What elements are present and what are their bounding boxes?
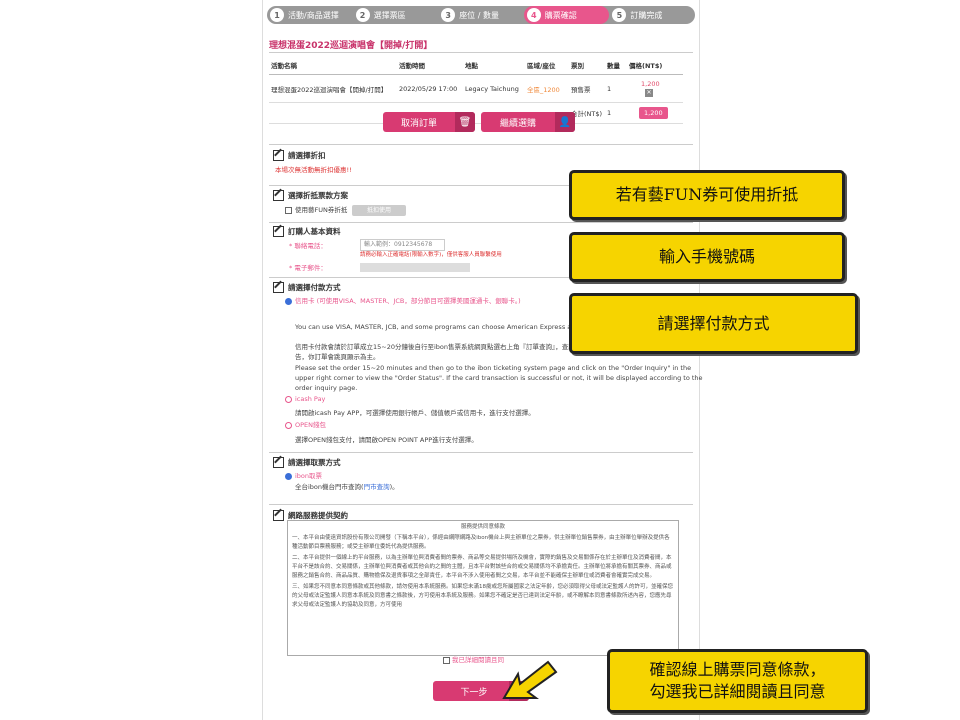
cancel-order-button[interactable]: 取消訂單 🗑 <box>383 112 475 132</box>
pay-icash-text: 請開啟icash Pay APP，可選擇使用銀行帳戶、儲值帳戶或信用卡，進行支付… <box>295 409 535 417</box>
store-lookup-link[interactable]: 門市查詢 <box>364 483 390 491</box>
pay-cc-text: 信用卡付款會請於訂單成立15~20分鐘後自行至ibon售票系統網頁點選右上角『訂… <box>295 343 595 351</box>
fun-checkbox[interactable] <box>285 206 292 214</box>
pay-open-text: 選擇OPEN錢包支付，請開啟OPEN POINT APP進行支付選擇。 <box>295 436 478 444</box>
contract-title: 服務提供同意條款 <box>460 524 505 530</box>
callout-payment: 請選擇付款方式 <box>569 293 858 354</box>
pay-cc-text: You can use VISA, MASTER, JCB, and some … <box>295 323 587 331</box>
divider <box>269 222 693 223</box>
edit-icon <box>273 282 284 293</box>
email-field[interactable] <box>360 263 470 272</box>
callout-agree: 確認線上購票同意條款， 勾選我已詳細閱讀且同意 <box>607 649 868 713</box>
pay-cc-text: 告，你訂單會跳頁顯示為主。 <box>295 353 380 361</box>
divider <box>269 144 693 145</box>
contract-paragraph: 二、本平台提供一個線上的平台服務，以為主辦單位與消費者間的票券、商品等交易提供場… <box>292 555 672 579</box>
contract-paragraph: 一、本平台由使遠資訊股份有限公司開發（下稱本平台），係經由網際網路及ibon機台… <box>292 535 670 550</box>
step-progress-bar: 1 活動/商品選擇 2 選擇票區 3 座位 / 數量 4 購票確認 5 訂購完成 <box>267 6 695 24</box>
edit-icon <box>273 150 284 161</box>
fun-apply-button[interactable]: 抵扣使用 <box>352 205 406 216</box>
step-4-active: 4 購票確認 <box>523 6 610 24</box>
fun-section-title: 選擇折抵票款方案 <box>273 190 348 201</box>
table-row: 理想混蛋2022巡迴演唱會【開掉/打開】 2022/05/29 17:00 Le… <box>269 74 683 103</box>
add-user-icon: 👤 <box>555 112 575 132</box>
edit-icon <box>273 457 284 468</box>
order-table: 活動名稱 活動時間 地點 區域/座位 票別 數量 價格(NT$) 理想混蛋202… <box>269 56 683 124</box>
trash-icon: 🗑 <box>455 112 475 132</box>
pickup-section-title: 請選擇取票方式 <box>273 457 341 468</box>
pay-icash-option[interactable]: icash Pay <box>285 394 325 404</box>
table-total-row: 合計(NT$) 1 1,200 <box>269 102 683 124</box>
email-label: * 電子郵件： <box>289 264 327 272</box>
divider <box>269 452 693 453</box>
pay-credit-card-option[interactable]: 信用卡 (可使用VISA、MASTER、JCB，部分節目可選擇美國運通卡、銀聯卡… <box>285 296 521 306</box>
edit-icon <box>273 226 284 237</box>
radio-selected <box>285 472 292 480</box>
edit-icon <box>273 190 284 201</box>
contract-scrollbox[interactable]: 服務提供同意條款 一、本平台由使遠資訊股份有限公司開發（下稱本平台），係經由網際… <box>287 520 679 656</box>
pay-cc-text: order inquiry page. <box>295 384 358 392</box>
pay-open-option[interactable]: OPEN錢包 <box>285 420 326 430</box>
table-header-row: 活動名稱 活動時間 地點 區域/座位 票別 數量 價格(NT$) <box>269 56 683 75</box>
payment-section-title: 請選擇付款方式 <box>273 282 341 293</box>
step-3: 3 座位 / 數量 <box>438 8 524 22</box>
basic-info-section-title: 訂購人基本資料 <box>273 226 341 237</box>
pickup-ibon-option[interactable]: ibon取票 <box>285 471 322 481</box>
callout-fun-voucher: 若有藝FUN券可使用折抵 <box>569 170 845 220</box>
pay-cc-text: upper right corner to view the "Order St… <box>295 374 703 382</box>
ticket-page: 1 活動/商品選擇 2 選擇票區 3 座位 / 數量 4 購票確認 5 訂購完成 理想混蛋… <box>262 0 703 720</box>
agree-checkbox-row[interactable]: 我已詳細閱讀且同 <box>443 655 504 665</box>
callout-phone: 輸入手機號碼 <box>569 232 845 282</box>
event-title: 理想混蛋2022巡迴演唱會【開掉/打開】 <box>269 38 693 51</box>
contract-paragraph: 三、如果您不同意本同意條款或其他條款，請勿使用本系統服務。如果您未滿18歲或您所… <box>292 584 674 608</box>
radio <box>285 395 292 403</box>
remove-item-icon[interactable]: ✕ <box>645 89 653 97</box>
step-2: 2 選擇票區 <box>353 8 439 22</box>
radio-selected <box>285 297 292 305</box>
phone-label: * 聯絡電話： <box>289 242 327 250</box>
phone-hint: 請務必輸入正確電話(限輸入數字)，僅供客服人員聯繫使用 <box>360 252 502 258</box>
continue-shopping-button[interactable]: 繼續選購 👤 <box>481 112 575 132</box>
edit-icon <box>273 510 284 521</box>
discount-note: 本場次無活動無折扣優惠!! <box>275 166 352 174</box>
fun-option: 使用藝FUN券折抵 <box>285 205 347 215</box>
divider <box>269 504 693 505</box>
agree-checkbox[interactable] <box>443 656 450 664</box>
step-5: 5 訂購完成 <box>609 8 695 22</box>
radio <box>285 421 292 429</box>
divider <box>269 52 693 53</box>
pickup-desc: 全台ibon機台門市查詢(門市查詢)。 <box>295 483 399 491</box>
pay-cc-text: Please set the order 15~20 minutes and t… <box>295 364 692 372</box>
pointer-arrow-icon <box>502 660 558 699</box>
discount-section-title: 請選擇折扣 <box>273 150 326 161</box>
step-1: 1 活動/商品選擇 <box>267 8 353 22</box>
